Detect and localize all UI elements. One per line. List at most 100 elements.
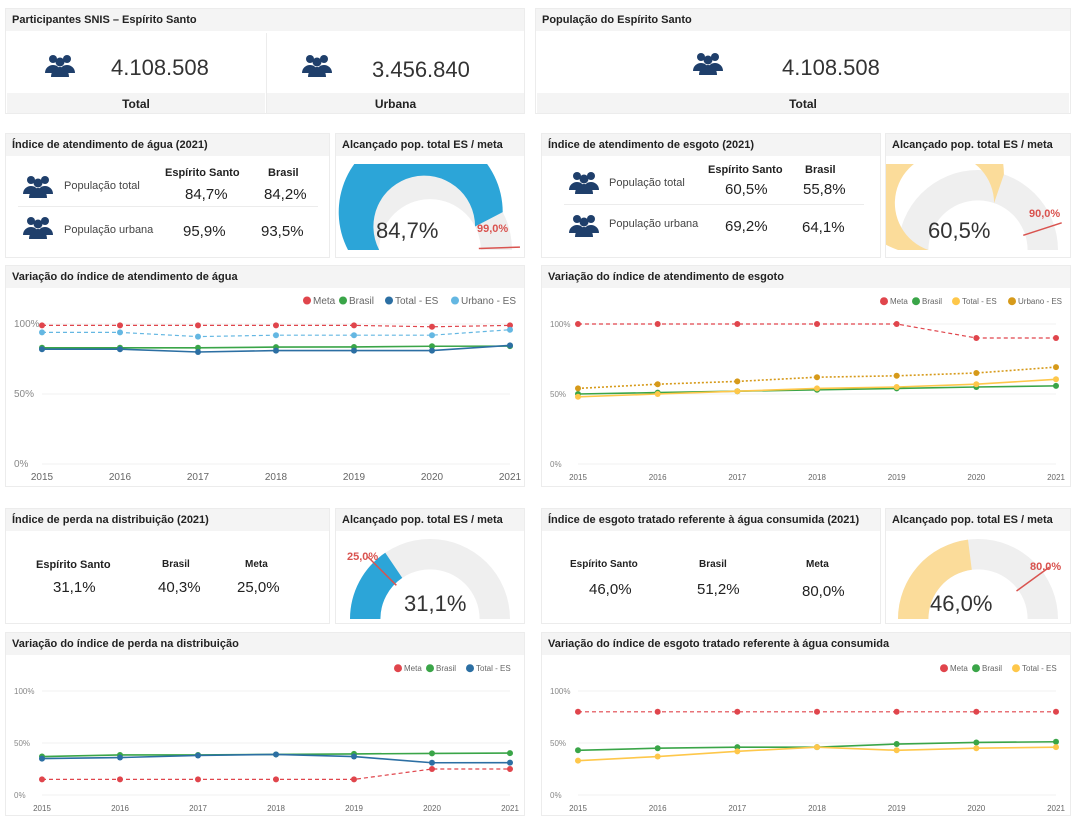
- tratado-col-meta: Meta: [806, 559, 829, 570]
- perda-col-meta: Meta: [245, 559, 268, 570]
- data-point: [429, 759, 435, 766]
- x-tick-label: 2018: [267, 804, 285, 813]
- chart-perda-title: Variação do índice de perda na distribui…: [6, 633, 524, 655]
- y-tick-label: 0%: [550, 460, 562, 469]
- x-tick-label: 2021: [499, 472, 522, 483]
- chart-perda-panel: Variação do índice de perda na distribui…: [5, 632, 525, 816]
- data-point: [273, 322, 279, 329]
- data-point: [734, 321, 741, 327]
- legend-label: Meta: [313, 296, 336, 307]
- x-tick-label: 2021: [501, 804, 519, 813]
- data-point: [734, 708, 741, 715]
- data-point: [351, 332, 357, 339]
- tratado-col-es: Espírito Santo: [570, 559, 638, 570]
- legend-label: Total - ES: [1022, 664, 1057, 673]
- data-point: [973, 739, 980, 746]
- data-point: [39, 346, 45, 353]
- esgoto-row2-label: População urbana: [609, 218, 699, 230]
- divider: [564, 204, 864, 205]
- y-tick-label: 50%: [14, 739, 30, 748]
- agua-row2-es: 95,9%: [183, 223, 226, 240]
- x-tick-label: 2019: [345, 804, 363, 813]
- data-point: [575, 747, 581, 754]
- pop-value: 4.108.508: [782, 55, 880, 80]
- chart-esgoto: Urbano - ES Total - ES Brasil Meta 0% 50% 100%…: [550, 297, 1065, 482]
- legend-marker: [466, 664, 474, 673]
- snis-panel: Participantes SNIS – Espírito Santo 4.10…: [5, 8, 525, 114]
- perda-col-br: Brasil: [162, 559, 190, 570]
- data-point: [575, 708, 581, 715]
- y-tick-label: 100%: [14, 687, 34, 696]
- perda-title: Índice de perda na distribuição (2021): [6, 509, 329, 531]
- people-icon: [23, 217, 53, 239]
- chart-perda: Total - ES Brasil Meta 0% 50% 100% 2015 2016 201…: [14, 664, 519, 813]
- tratado-val-meta: 80,0%: [802, 583, 845, 600]
- legend-marker: [940, 664, 948, 673]
- x-tick-label: 2019: [343, 472, 366, 483]
- x-tick-label: 2018: [808, 473, 826, 482]
- data-point: [195, 349, 201, 355]
- legend-label: Brasil: [982, 664, 1002, 673]
- tratado-gauge-title: Alcançado pop. total ES / meta: [886, 509, 1070, 531]
- y-tick-label: 50%: [14, 389, 34, 400]
- legend-label: Urbano - ES: [461, 296, 516, 307]
- legend-label: Brasil: [349, 296, 374, 307]
- snis-total-value: 4.108.508: [111, 55, 209, 80]
- legend-marker: [385, 296, 393, 305]
- perda-val-meta: 25,0%: [237, 579, 280, 596]
- perda-val-es: 31,1%: [53, 579, 96, 596]
- data-point: [351, 753, 357, 760]
- esgoto-title: Índice de atendimento de esgoto (2021): [542, 134, 880, 156]
- data-point: [273, 347, 279, 354]
- data-point: [973, 370, 980, 376]
- x-tick-label: 2015: [33, 804, 51, 813]
- y-tick-label: 0%: [14, 791, 26, 800]
- legend-marker: [912, 297, 920, 306]
- data-point: [507, 326, 513, 333]
- esgoto-row2-br: 64,1%: [802, 219, 845, 236]
- chart-agua: Urbano - ES Total - ES Brasil Meta 0% 50% 100%…: [14, 296, 522, 483]
- data-point: [893, 747, 900, 754]
- x-tick-label: 2015: [569, 473, 587, 482]
- tratado-val-br: 51,2%: [697, 581, 740, 598]
- data-point: [1053, 364, 1059, 371]
- esgoto-gauge-panel: Alcançado pop. total ES / meta 60,5% 90,…: [885, 133, 1071, 258]
- data-point: [1053, 335, 1059, 341]
- data-point: [734, 378, 741, 385]
- perda-gauge-panel: Alcançado pop. total ES / meta 31,1% 25,…: [335, 508, 525, 624]
- data-point: [351, 347, 357, 354]
- people-icon: [45, 55, 75, 77]
- tratado-val-es: 46,0%: [589, 581, 632, 598]
- data-point: [507, 750, 513, 757]
- data-point: [429, 323, 435, 330]
- data-point: [1053, 708, 1059, 715]
- esgoto-gauge-value: 60,5%: [928, 218, 991, 243]
- data-point: [973, 335, 980, 341]
- people-icon: [22, 174, 54, 203]
- data-point: [814, 744, 820, 751]
- x-tick-label: 2017: [189, 804, 207, 813]
- people-icon: [569, 215, 599, 237]
- agua-row2-br: 93,5%: [261, 223, 304, 240]
- people-icon: [569, 172, 599, 194]
- pop-title: População do Espírito Santo: [536, 9, 1070, 31]
- snis-urbana-value: 3.456.840: [372, 57, 470, 82]
- pop-panel: População do Espírito Santo 4.108.508 To…: [535, 8, 1071, 114]
- y-tick-label: 50%: [550, 739, 566, 748]
- people-icon: [693, 53, 723, 75]
- pop-label: Total: [537, 93, 1069, 113]
- x-tick-label: 2019: [888, 804, 906, 813]
- data-point: [1053, 738, 1059, 745]
- data-point: [814, 374, 820, 381]
- x-tick-label: 2016: [111, 804, 129, 813]
- data-point: [654, 708, 661, 715]
- data-point: [429, 332, 435, 339]
- people-icon: [568, 213, 600, 242]
- data-point: [117, 776, 123, 783]
- data-point: [117, 346, 123, 353]
- tratado-panel: Índice de esgoto tratado referente à águ…: [541, 508, 881, 624]
- legend-marker: [339, 296, 347, 305]
- data-point: [195, 776, 201, 783]
- data-point: [39, 322, 45, 329]
- agua-gauge-title: Alcançado pop. total ES / meta: [336, 134, 524, 156]
